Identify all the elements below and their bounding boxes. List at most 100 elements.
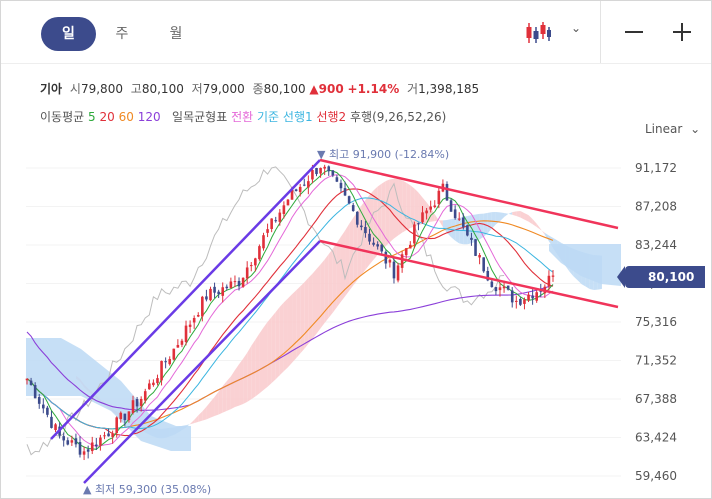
ichimoku-cloud (528, 215, 533, 225)
candle-body (527, 294, 530, 301)
candle-body (466, 225, 469, 236)
y-tick-label: 67,388 (635, 392, 677, 406)
ichimoku-cloud (320, 259, 325, 329)
y-tick-label: 59,460 (635, 469, 677, 483)
candle-body (152, 382, 155, 386)
candle-body (29, 380, 33, 385)
candle-body (274, 220, 278, 222)
candle-body (74, 438, 78, 445)
candle-body (249, 265, 253, 267)
current-price-tag: 80,100 (617, 266, 705, 288)
candle-body (425, 210, 428, 214)
lagging-span-line (26, 166, 505, 456)
candle-body (278, 212, 282, 222)
candle-body (237, 280, 241, 287)
candle-body (506, 285, 510, 290)
y-tick-label: 91,172 (635, 161, 677, 175)
ichimoku-cloud (308, 273, 313, 344)
candle-body (205, 296, 208, 300)
candle-body (78, 442, 82, 455)
candle-body (221, 287, 225, 296)
ichimoku-cloud (202, 406, 207, 421)
ichimoku-cloud (267, 316, 272, 387)
candle-body (523, 299, 526, 304)
ichimoku-cloud (349, 217, 354, 291)
candle-body (478, 255, 481, 258)
candle-body (429, 206, 432, 210)
trendline-channel-upper (50, 159, 321, 440)
candle-body (360, 225, 363, 228)
y-tick-label: 87,208 (635, 200, 677, 214)
ichimoku-cloud (487, 212, 492, 234)
candle-body (551, 275, 555, 277)
candle-body (82, 451, 86, 455)
candle-body (103, 435, 106, 437)
candle-body (95, 444, 98, 447)
candle-body (217, 291, 220, 295)
ichimoku-cloud (198, 411, 203, 422)
candle-body (258, 246, 261, 260)
candle-body (135, 399, 139, 407)
candle-body (355, 211, 359, 225)
candle-body (282, 205, 286, 214)
candle-body (254, 258, 257, 266)
ichimoku-cloud (279, 302, 284, 376)
ichimoku-cloud (287, 294, 293, 368)
price-chart[interactable]: 91,17287,20883,24479,28075,31671,35267,3… (1, 1, 712, 499)
candle-body (404, 248, 408, 256)
ichimoku-cloud (190, 419, 195, 425)
candle-body (502, 286, 506, 289)
candle-body (286, 199, 290, 206)
candle-body (184, 325, 188, 343)
candle-body (461, 217, 465, 227)
candle-body (139, 399, 143, 406)
candle-body (453, 209, 457, 219)
candle-body (376, 244, 379, 247)
candle-body (437, 190, 441, 205)
candle-body (457, 218, 461, 220)
candle-body (233, 281, 237, 283)
ichimoku-cloud (381, 181, 386, 251)
ichimoku-cloud (275, 306, 280, 380)
ichimoku-cloud (218, 385, 223, 415)
ichimoku-cloud (292, 290, 297, 363)
candle-body (148, 383, 151, 390)
candle-body (33, 385, 37, 399)
candle-body (535, 292, 538, 301)
candle-body (335, 177, 339, 182)
candle-body (54, 424, 57, 431)
ichimoku-cloud (524, 213, 529, 222)
candle-body (143, 391, 147, 401)
ichimoku-cloud (230, 370, 235, 410)
candle-body (70, 440, 74, 443)
ichimoku-cloud (377, 183, 382, 255)
candle-body (347, 196, 351, 204)
y-tick-label: 75,316 (635, 315, 677, 329)
candle-body (388, 259, 392, 263)
candle-body (364, 227, 367, 234)
candle-body (323, 166, 326, 169)
candle-body (474, 239, 477, 256)
candle-body (90, 442, 94, 452)
ichimoku-cloud (243, 352, 248, 404)
ichimoku-cloud (304, 277, 309, 349)
candle-body (111, 433, 114, 437)
ichimoku-cloud (226, 376, 231, 411)
candle-body (229, 281, 233, 288)
ichimoku-cloud (512, 211, 517, 216)
y-tick-label: 71,352 (635, 354, 677, 368)
candle-body (172, 348, 176, 360)
ichimoku-cloud (316, 264, 321, 334)
candle-body (470, 237, 473, 240)
candle-body (494, 287, 498, 292)
candle-body (62, 436, 65, 441)
candle-body (319, 167, 322, 174)
high-annotation: ▼ 최고 91,900 (-12.84%) (317, 148, 449, 161)
candle-body (99, 437, 102, 446)
candle-body (196, 315, 200, 317)
candle-body (294, 189, 298, 191)
ichimoku-cloud (442, 219, 447, 233)
candle-body (270, 218, 273, 229)
ichimoku-cloud (251, 339, 256, 400)
candle-body (302, 184, 306, 186)
